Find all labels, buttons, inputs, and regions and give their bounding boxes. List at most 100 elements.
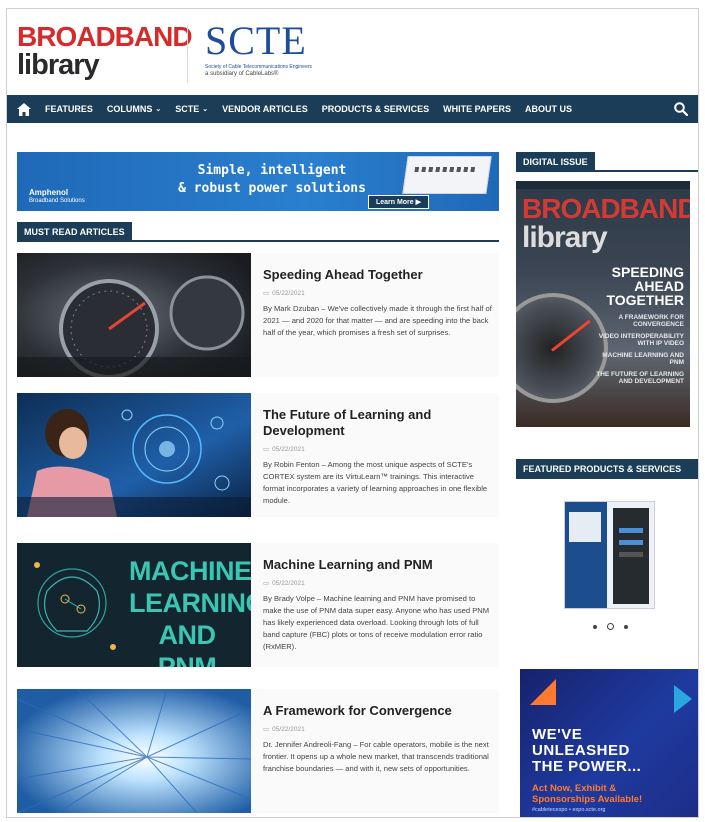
banner-headline: Simple, intelligent & robust power solut… [147, 162, 397, 198]
product-brochure [565, 502, 607, 608]
article-date: ▭ 05/22/2021 [263, 445, 495, 454]
digital-issue-cover[interactable]: BROADBAND library SPEEDING AHEAD TOGETHE… [516, 181, 690, 427]
article-card[interactable]: Speeding Ahead Together ▭ 05/22/2021 By M… [17, 253, 499, 377]
section-underline [516, 170, 698, 172]
chevron-down-icon: ⌄ [202, 106, 209, 113]
cover-masthead: BROADBAND [522, 193, 690, 224]
carousel-dot[interactable] [624, 624, 628, 629]
calendar-icon: ▭ [263, 726, 270, 733]
nav-label: FEATURES [45, 104, 93, 114]
logo-line2: library [17, 49, 100, 81]
article-card[interactable]: The Future of Learning and Development ▭… [17, 393, 499, 517]
amphenol-banner-ad[interactable]: Amphenol Broadband Solutions Simple, int… [17, 152, 499, 211]
nav-item-vendor-articles[interactable]: VENDOR ARTICLES [222, 104, 308, 114]
scte-wordmark: SCTE [205, 18, 307, 63]
featured-product-image[interactable] [564, 501, 655, 609]
thumb-line: AND PNM [157, 620, 217, 667]
scte-subsidiary: a subsidiary of CableLabs® [205, 71, 279, 77]
nav-item-features[interactable]: FEATURES [45, 104, 93, 114]
carousel-dots [593, 623, 628, 630]
power-device-image [402, 156, 492, 194]
digital-issue-title: DIGITAL ISSUE [516, 152, 595, 172]
article-thumbnail-convergence[interactable] [17, 689, 251, 813]
article-title[interactable]: The Future of Learning and Development [263, 407, 495, 439]
article-body: The Future of Learning and Development ▭… [263, 407, 495, 507]
thumbnail-title-text: MACHINE LEARNING AND PNM [129, 555, 251, 667]
cover-headline-line: SPEEDING [611, 264, 684, 280]
calendar-icon: ▭ [263, 290, 270, 297]
article-excerpt: By Robin Fenton – Among the most unique … [263, 460, 488, 505]
calendar-icon: ▭ [263, 446, 270, 453]
carousel-dot-active[interactable] [607, 623, 614, 630]
home-icon[interactable] [17, 102, 31, 116]
article-date-text: 05/22/2021 [272, 289, 305, 297]
nav-item-products-services[interactable]: PRODUCTS & SERVICES [322, 104, 429, 114]
article-body: Speeding Ahead Together ▭ 05/22/2021 By M… [263, 267, 495, 339]
article-title[interactable]: Speeding Ahead Together [263, 267, 495, 283]
page-frame: BROADBAND library SCTE Society of Cable … [6, 8, 699, 818]
thumb-line: LEARNING [129, 588, 251, 618]
nav-item-scte[interactable]: SCTE ⌄ [175, 104, 208, 114]
nav-item-columns[interactable]: COLUMNS ⌄ [107, 104, 161, 114]
thumb-line: MACHINE [129, 556, 251, 586]
nav-label: COLUMNS [106, 104, 153, 114]
nav-item-about-us[interactable]: ABOUT US [525, 104, 572, 114]
expo-headline-line: UNLEASHED [532, 742, 630, 759]
header-divider [187, 25, 188, 83]
cover-toc-item: A FRAMEWORK FOR CONVERGENCE [618, 314, 684, 328]
cover-headline: SPEEDING AHEAD TOGETHER [606, 265, 684, 307]
banner-headline-line1: Simple, intelligent [197, 163, 347, 178]
cover-toc-item: MACHINE LEARNING AND PNM [602, 352, 684, 366]
product-hardware [613, 508, 649, 604]
main-nav: FEATURES COLUMNS ⌄ SCTE ⌄ VENDOR ARTICLES … [7, 95, 698, 123]
chevron-down-icon: ⌄ [155, 106, 162, 113]
article-date-text: 05/22/2021 [272, 579, 305, 587]
nav-item-white-papers[interactable]: WHITE PAPERS [443, 104, 511, 114]
article-date-text: 05/22/2021 [272, 725, 305, 733]
search-icon[interactable] [674, 102, 688, 116]
article-date: ▭ 05/22/2021 [263, 289, 495, 298]
banner-headline-line2: & robust power solutions [178, 181, 366, 196]
learn-more-button[interactable]: Learn More ▶ [367, 195, 429, 209]
cover-headline-line: AHEAD [634, 278, 684, 294]
cover-toc-item: VIDEO INTEROPERABILITY WITH IP VIDEO [598, 333, 684, 347]
article-title[interactable]: Machine Learning and PNM [263, 557, 495, 573]
featured-products-header: FEATURED PRODUCTS & SERVICES [516, 459, 698, 491]
decorative-triangle [674, 685, 692, 713]
article-card[interactable]: A Framework for Convergence ▭ 05/22/2021 … [17, 689, 499, 813]
article-body: A Framework for Convergence ▭ 05/22/2021 … [263, 703, 495, 775]
cover-masthead-library: library [522, 221, 608, 254]
article-excerpt: By Brady Volpe – Machine learning and PN… [263, 594, 490, 651]
expo-cta-line: Sponsorships Available! [532, 794, 643, 805]
article-date: ▭ 05/22/2021 [263, 579, 495, 588]
must-read-title: MUST READ ARTICLES [17, 222, 132, 242]
cover-toc: A FRAMEWORK FOR CONVERGENCE VIDEO INTERO… [592, 314, 684, 390]
decorative-triangle [530, 679, 556, 705]
nav-label: VENDOR ARTICLES [222, 104, 308, 114]
article-excerpt: Dr. Jennifer Andreoli-Fang – For cable o… [263, 740, 489, 773]
article-thumbnail-machine-learning[interactable]: MACHINE LEARNING AND PNM [17, 543, 251, 667]
article-thumbnail-child-learning[interactable] [17, 393, 251, 517]
expo-headline-line: THE POWER... [532, 758, 642, 775]
section-underline [17, 240, 499, 242]
cable-tec-expo-ad[interactable]: WE'VE UNLEASHED THE POWER... Act Now, Ex… [520, 669, 698, 817]
broadband-library-logo[interactable]: BROADBAND library [17, 21, 193, 81]
banner-brand: Amphenol [29, 188, 69, 197]
scte-logo[interactable]: SCTE Society of Cable Telecommunications… [205, 18, 312, 78]
article-date: ▭ 05/22/2021 [263, 725, 495, 734]
amphenol-logo: Amphenol Broadband Solutions [29, 188, 85, 206]
carousel-dot[interactable] [593, 624, 597, 629]
expo-cta-line: Act Now, Exhibit & [532, 783, 617, 794]
article-thumbnail-speedometer[interactable] [17, 253, 251, 377]
expo-tagline: #cabletecexpo • expo.scte.org [532, 807, 606, 813]
cover-topbar [516, 181, 690, 189]
cover-toc-item: THE FUTURE OF LEARNING AND DEVELOPMENT [596, 371, 684, 385]
logo-line1: BROADBAND [17, 21, 193, 52]
article-excerpt: By Mark Dzuban – We've collectively made… [263, 304, 492, 337]
scte-subtitle: Society of Cable Telecommunications Engi… [205, 64, 312, 70]
expo-headline-line: WE'VE [532, 726, 583, 743]
article-date-text: 05/22/2021 [272, 445, 305, 453]
article-card[interactable]: MACHINE LEARNING AND PNM Machine Learnin… [17, 543, 499, 667]
calendar-icon: ▭ [263, 580, 270, 587]
article-title[interactable]: A Framework for Convergence [263, 703, 495, 719]
